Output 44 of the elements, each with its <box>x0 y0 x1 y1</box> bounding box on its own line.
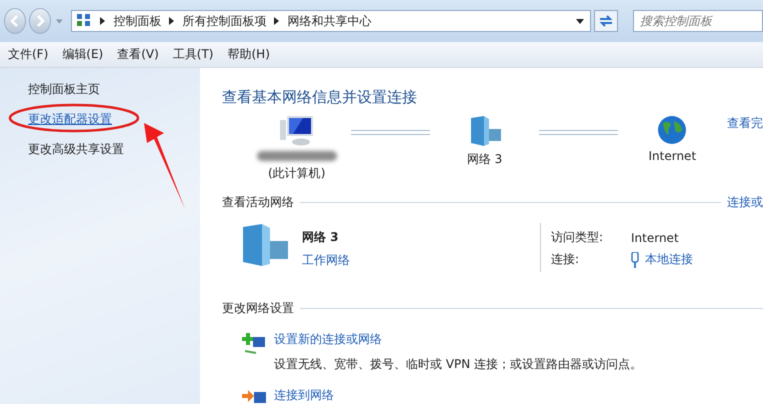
search-field[interactable]: 搜索控制面板 <box>633 10 763 32</box>
network-type-link[interactable]: 工作网络 <box>302 252 350 269</box>
menu-item[interactable]: 帮助(H) <box>228 46 270 63</box>
connect-icon <box>242 389 266 403</box>
node-label: (此计算机) <box>268 165 326 182</box>
chevron-icon <box>100 17 106 25</box>
detail-value: Internet <box>631 230 679 244</box>
task-link[interactable]: 连接到网络 <box>274 387 334 404</box>
network-name: 网络 3 <box>302 229 340 246</box>
detail-label: 访问类型: <box>551 229 604 246</box>
building-icon <box>240 223 290 267</box>
menu-item[interactable]: 文件(F) <box>8 46 48 63</box>
refresh-button[interactable] <box>594 10 618 32</box>
detail-label: 连接: <box>551 251 580 268</box>
forward-button[interactable] <box>28 8 51 34</box>
caret-icon[interactable] <box>576 18 584 24</box>
task-description: 设置无线、宽带、拨号、临时或 VPN 连接；或设置路由器或访问点。 <box>274 356 642 373</box>
sidebar-link[interactable]: 控制面板主页 <box>28 82 100 96</box>
section-heading: 查看活动网络 <box>222 194 294 211</box>
computer-icon <box>278 115 315 147</box>
node-label: 网络 3 <box>466 151 502 168</box>
menu-item[interactable]: 工具(T) <box>172 46 214 63</box>
sidebar-link[interactable]: 更改高级共享设置 <box>28 142 124 156</box>
breadcrumb[interactable]: 控制面板 <box>113 12 162 30</box>
connect-link[interactable]: 连接或 <box>727 194 763 211</box>
menu-item[interactable]: 编辑(E) <box>62 46 104 63</box>
connection-link[interactable]: 本地连接 <box>645 251 693 268</box>
globe-icon <box>657 115 688 145</box>
control-panel-icon <box>76 13 92 29</box>
address-bar[interactable]: 控制面板 所有控制面板项 网络和共享中心 <box>71 10 592 32</box>
breadcrumb[interactable]: 网络和共享中心 <box>287 12 372 30</box>
new-connection-icon <box>242 333 266 355</box>
task-link[interactable]: 设置新的连接或网络 <box>274 331 642 348</box>
node-label: Internet <box>648 149 696 163</box>
refresh-icon <box>598 14 614 28</box>
cable-icon <box>631 252 639 268</box>
back-button[interactable] <box>4 8 26 34</box>
chevron-icon <box>274 17 280 25</box>
chevron-icon <box>169 17 174 25</box>
section-heading: 更改网络设置 <box>222 300 294 317</box>
breadcrumb[interactable]: 所有控制面板项 <box>182 12 266 30</box>
menu-item[interactable]: 查看(V) <box>117 46 159 63</box>
page-title: 查看基本网络信息并设置连接 <box>222 88 417 106</box>
view-map-link[interactable]: 查看完 <box>727 115 763 132</box>
